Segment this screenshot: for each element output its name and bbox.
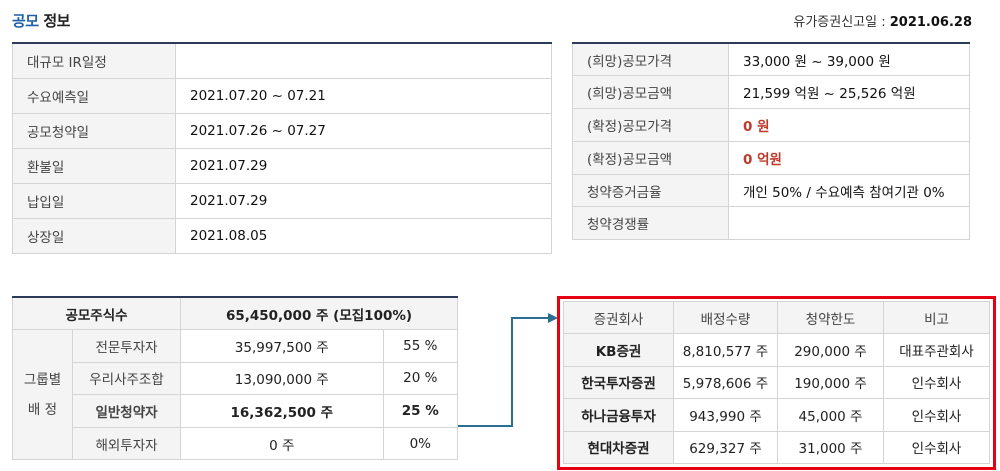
schedule-value — [175, 42, 552, 79]
table-row: 공모주식수 65,450,000 주 (모집100%) — [12, 296, 458, 331]
table-row: 청약경쟁률 — [572, 206, 970, 241]
pricing-label: (희망)공모금액 — [572, 75, 729, 110]
table-row: 환불일 2021.07.29 — [12, 147, 552, 184]
total-shares-label: 공모주식수 — [12, 296, 181, 331]
broker-firm: 하나금융투자 — [563, 398, 674, 432]
broker-limit: 190,000 주 — [777, 365, 884, 399]
pricing-label: (확정)공모금액 — [572, 140, 729, 175]
schedule-value: 2021.08.05 — [175, 217, 552, 254]
share-amount: 0 주 — [180, 426, 384, 461]
broker-limit: 45,000 주 — [777, 398, 884, 432]
table-row: 일반청약자 16,362,500 주 25 % — [13, 394, 459, 428]
schedule-label: 상장일 — [12, 217, 176, 254]
table-row: 상장일 2021.08.05 — [12, 217, 552, 254]
table-row: 대규모 IR일정 — [12, 42, 552, 79]
schedule-label: 수요예측일 — [12, 77, 176, 114]
schedule-label: 대규모 IR일정 — [12, 42, 176, 79]
schedule-value: 2021.07.29 — [175, 147, 552, 184]
share-percent: 20 % — [382, 361, 459, 396]
investor-type: 전문투자자 — [72, 329, 181, 363]
pricing-label: 청약증거금율 — [572, 173, 729, 208]
pricing-value: 개인 50% / 수요예측 참여기관 0% — [728, 173, 970, 208]
table-row: 청약증거금율 개인 50% / 수요예측 참여기관 0% — [572, 173, 970, 208]
table-row: 공모청약일 2021.07.26 ~ 07.27 — [12, 112, 552, 149]
share-percent: 0% — [382, 426, 459, 461]
pricing-value — [728, 206, 970, 241]
pricing-label: (희망)공모가격 — [572, 42, 729, 77]
table-row: 해외투자자 0 주 0% — [13, 426, 459, 461]
column-header: 증권회사 — [563, 301, 674, 334]
share-percent: 25 % — [382, 394, 459, 428]
investor-type: 해외투자자 — [72, 426, 181, 461]
report-date: 유가증권신고일 : 2021.06.28 — [793, 11, 972, 30]
broker-note: 인수회사 — [883, 398, 990, 432]
pricing-value: 21,599 억원 ~ 25,526 억원 — [728, 75, 970, 110]
table-row: 그룹별 배 정 전문투자자 35,997,500 주 55 % — [12, 329, 459, 461]
pricing-label: (확정)공모가격 — [572, 108, 729, 142]
broker-firm: KB증권 — [563, 333, 674, 367]
broker-firm: 한국투자증권 — [563, 365, 674, 399]
confirmed-price-value: 0 원 — [728, 108, 970, 142]
broker-allocation: 943,990 주 — [673, 398, 778, 432]
share-allocation-table: 공모주식수 65,450,000 주 (모집100%) 그룹별 배 정 전문투자… — [12, 296, 459, 461]
broker-table: 증권회사 배정수량 청약한도 비고 KB증권 8,810,577 주 290,0… — [563, 301, 990, 464]
share-amount: 35,997,500 주 — [180, 329, 384, 363]
schedule-label: 공모청약일 — [12, 112, 176, 149]
broker-note: 인수회사 — [883, 430, 990, 464]
broker-limit: 31,000 주 — [777, 430, 884, 464]
report-date-value: 2021.06.28 — [889, 15, 972, 30]
table-row: 현대차증권 629,327 주 31,000 주 인수회사 — [563, 430, 990, 464]
broker-note: 대표주관회사 — [883, 333, 990, 367]
title-accent: 공모 — [12, 12, 39, 30]
share-percent: 55 % — [382, 329, 459, 363]
schedule-value: 2021.07.29 — [175, 182, 552, 219]
schedule-table: 대규모 IR일정 수요예측일 2021.07.20 ~ 07.21 공모청약일 … — [12, 42, 552, 254]
page-title: 공모 정보 — [12, 10, 70, 31]
investor-type: 우리사주조합 — [72, 361, 181, 396]
broker-allocation: 8,810,577 주 — [673, 333, 778, 367]
schedule-label: 납입일 — [12, 182, 176, 219]
table-row: KB증권 8,810,577 주 290,000 주 대표주관회사 — [563, 333, 990, 367]
table-row: (희망)공모금액 21,599 억원 ~ 25,526 억원 — [572, 75, 970, 110]
table-row: 하나금융투자 943,990 주 45,000 주 인수회사 — [563, 398, 990, 432]
schedule-label: 환불일 — [12, 147, 176, 184]
schedule-value: 2021.07.20 ~ 07.21 — [175, 77, 552, 114]
total-shares-value: 65,450,000 주 (모집100%) — [180, 296, 458, 331]
report-date-label: 유가증권신고일 : — [793, 15, 886, 30]
title-rest: 정보 — [43, 12, 70, 30]
table-row: 납입일 2021.07.29 — [12, 182, 552, 219]
table-row: (확정)공모금액 0 억원 — [572, 140, 970, 175]
broker-allocation: 5,978,606 주 — [673, 365, 778, 399]
column-header: 청약한도 — [777, 301, 884, 334]
table-row: 우리사주조합 13,090,000 주 20 % — [13, 361, 459, 396]
table-row: (희망)공모가격 33,000 원 ~ 39,000 원 — [572, 42, 970, 77]
investor-type: 일반청약자 — [72, 394, 181, 428]
pricing-label: 청약경쟁률 — [572, 206, 729, 241]
broker-note: 인수회사 — [883, 365, 990, 399]
pricing-table: (희망)공모가격 33,000 원 ~ 39,000 원 (희망)공모금액 21… — [572, 42, 970, 241]
confirmed-amount-value: 0 억원 — [728, 140, 970, 175]
pricing-value: 33,000 원 ~ 39,000 원 — [728, 42, 970, 77]
table-header-row: 증권회사 배정수량 청약한도 비고 — [563, 301, 990, 334]
broker-allocation: 629,327 주 — [673, 430, 778, 464]
broker-firm: 현대차증권 — [563, 430, 674, 464]
column-header: 비고 — [883, 301, 990, 334]
table-row: 수요예측일 2021.07.20 ~ 07.21 — [12, 77, 552, 114]
column-header: 배정수량 — [673, 301, 778, 334]
schedule-value: 2021.07.26 ~ 07.27 — [175, 112, 552, 149]
table-row: 한국투자증권 5,978,606 주 190,000 주 인수회사 — [563, 365, 990, 399]
share-amount: 16,362,500 주 — [180, 394, 384, 428]
group-allocation-label: 그룹별 배 정 — [12, 329, 73, 461]
broker-limit: 290,000 주 — [777, 333, 884, 367]
connector-arrow-icon — [458, 313, 558, 427]
table-row: (확정)공모가격 0 원 — [572, 108, 970, 142]
share-amount: 13,090,000 주 — [180, 361, 384, 396]
